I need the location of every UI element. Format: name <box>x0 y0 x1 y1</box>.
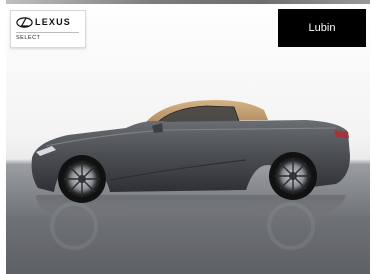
lexus-logo: LEXUS <box>16 17 71 28</box>
brand-name: LEXUS <box>35 17 72 27</box>
front-wheel <box>58 155 106 203</box>
badge-subtitle: SELECT <box>16 35 41 41</box>
lexus-select-badge[interactable]: LEXUS SELECT <box>10 10 86 48</box>
hero-top-edge <box>6 0 370 4</box>
lexus-emblem-icon <box>16 17 33 28</box>
badge-divider <box>16 32 79 33</box>
location-button[interactable]: Lubin <box>278 9 366 47</box>
rear-wheel <box>269 152 317 200</box>
